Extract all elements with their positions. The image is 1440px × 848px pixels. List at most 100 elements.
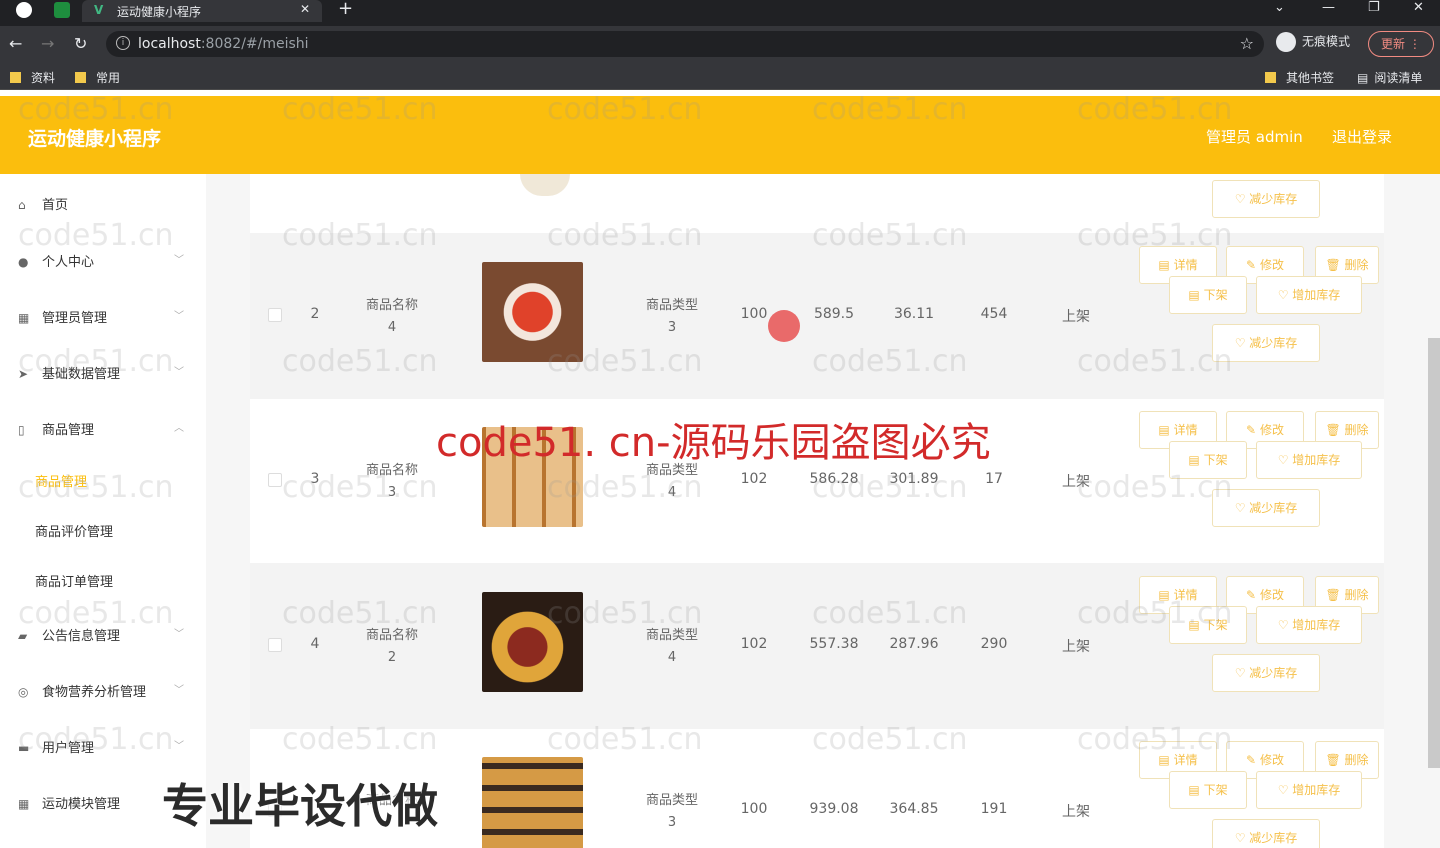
grey-watermark: code51.cn xyxy=(812,596,968,631)
url-field[interactable]: i localhost:8082/#/meishi ☆ xyxy=(106,31,1264,57)
sheets-icon[interactable] xyxy=(54,2,70,18)
sidebar-item-label: 公告信息管理 xyxy=(42,629,121,644)
grey-watermark: code51.cn xyxy=(18,344,174,379)
bookmark-label: 资料 xyxy=(31,71,56,85)
sidebar-item-label: 食物营养分析管理 xyxy=(42,685,147,700)
product-name: 商品名称 4 xyxy=(352,295,432,339)
grey-watermark: code51.cn xyxy=(18,218,174,253)
info-icon[interactable]: i xyxy=(116,36,130,50)
sidebar-item-goods[interactable]: ▯ 商品管理 ︿ xyxy=(18,419,184,438)
product-type-value: 4 xyxy=(667,650,677,665)
reading-list-label: 阅读清单 xyxy=(1374,71,1423,85)
down-button[interactable]: ▤ 下架 xyxy=(1169,771,1247,809)
grey-watermark: code51.cn xyxy=(282,470,438,505)
grey-watermark: code51.cn xyxy=(282,218,438,253)
close-tab-icon[interactable]: ✕ xyxy=(300,2,310,16)
status-label: 上架 xyxy=(1062,804,1090,820)
vue-icon: V xyxy=(94,3,104,17)
add-stock-button[interactable]: ♡ 增加库存 xyxy=(1256,771,1362,809)
reduce-stock-button[interactable]: ♡ 减少库存 xyxy=(1212,819,1320,848)
button-icon: ▤ xyxy=(1158,258,1170,272)
chevron-down-icon[interactable]: ⌄ xyxy=(1274,0,1285,15)
cell-price: 589.5 xyxy=(813,306,855,322)
update-label: 更新 xyxy=(1381,37,1406,51)
sidebar-item-sports[interactable]: ▦ 运动模块管理 xyxy=(18,793,120,812)
cell-value: 100 xyxy=(740,801,768,817)
back-icon[interactable]: ← xyxy=(9,34,22,53)
button-icon: ✎ xyxy=(1246,753,1257,767)
sidebar-item-admins[interactable]: ▦ 管理员管理 ﹀ xyxy=(18,307,184,326)
cell-stock: 17 xyxy=(985,471,1003,487)
close-window-icon[interactable]: ✕ xyxy=(1413,0,1424,15)
row-checkbox[interactable] xyxy=(268,638,282,652)
grey-watermark: code51.cn xyxy=(18,722,174,757)
cell-value: 102 xyxy=(740,636,768,652)
bookmark-folder[interactable]: 其他书签 xyxy=(1265,69,1334,86)
bookmark-folder[interactable]: 资料 xyxy=(10,69,55,86)
product-type-value: 3 xyxy=(667,815,677,830)
home-icon: ⌂ xyxy=(18,198,26,212)
sidebar-subitem-reviews[interactable]: 商品评价管理 xyxy=(35,521,113,540)
reduce-stock-button[interactable]: ♡ 减少库存 xyxy=(1212,180,1320,218)
reload-icon[interactable]: ↻ xyxy=(74,34,87,53)
restore-icon[interactable]: ❐ xyxy=(1368,0,1380,15)
reduce-stock-button[interactable]: ♡ 减少库存 xyxy=(1212,654,1320,692)
button-label: 增加库存 xyxy=(1292,618,1341,632)
grey-watermark: code51.cn xyxy=(18,470,174,505)
sidebar-item-label: 个人中心 xyxy=(42,255,95,270)
sidebar-item-nutrition[interactable]: ◎ 食物营养分析管理 ﹀ xyxy=(18,681,184,700)
minimize-icon[interactable]: — xyxy=(1322,0,1335,15)
button-icon: ♡ xyxy=(1234,831,1246,845)
button-icon: ♡ xyxy=(1234,501,1246,515)
grey-watermark: code51.cn xyxy=(1077,218,1233,253)
phone-icon: ▯ xyxy=(18,423,25,437)
cell-value: 36.11 xyxy=(893,306,935,322)
add-stock-button[interactable]: ♡ 增加库存 xyxy=(1256,441,1362,479)
grey-watermark: code51.cn xyxy=(547,470,703,505)
bookmark-folder[interactable]: 常用 xyxy=(75,69,120,86)
button-icon: 🗑 xyxy=(1325,753,1341,767)
add-stock-button[interactable]: ♡ 增加库存 xyxy=(1256,276,1362,314)
product-type-label: 商品类型 xyxy=(645,298,698,313)
down-button[interactable]: ▤ 下架 xyxy=(1169,276,1247,314)
product-type-value: 3 xyxy=(667,320,677,335)
row-checkbox[interactable] xyxy=(268,473,282,487)
list-icon: ▤ xyxy=(1357,71,1369,85)
grey-watermark: code51.cn xyxy=(547,722,703,757)
product-image xyxy=(482,757,583,848)
product-name-label: 商品名称 xyxy=(365,298,418,313)
sidebar-item-home[interactable]: ⌂ 首页 xyxy=(18,194,68,213)
star-icon[interactable]: ☆ xyxy=(1240,34,1254,53)
sidebar-subitem-orders[interactable]: 商品订单管理 xyxy=(35,571,113,590)
tab-active[interactable]: V 运动健康小程序 ✕ xyxy=(82,0,322,22)
black-watermark: 专业毕设代做 xyxy=(162,779,438,833)
sidebar-item-profile[interactable]: ● 个人中心 ﹀ xyxy=(18,251,184,270)
button-icon: ♡ xyxy=(1234,666,1246,680)
grey-watermark: code51.cn xyxy=(1077,92,1233,127)
grey-watermark: code51.cn xyxy=(812,92,968,127)
logout-link[interactable]: 退出登录 xyxy=(1332,126,1392,147)
update-button[interactable]: 更新 ⋮ xyxy=(1368,31,1434,57)
cell-price: 557.38 xyxy=(809,636,859,652)
reading-list[interactable]: ▤ 阅读清单 xyxy=(1357,69,1422,86)
button-label: 增加库存 xyxy=(1292,783,1341,797)
chevron-down-icon: ﹀ xyxy=(174,741,184,752)
product-type: 商品类型 3 xyxy=(632,790,712,834)
chevron-down-icon: ﹀ xyxy=(174,311,184,322)
chevron-down-icon: ﹀ xyxy=(174,367,184,378)
forward-icon[interactable]: → xyxy=(41,34,54,53)
grey-watermark: code51.cn xyxy=(1077,470,1233,505)
status-label: 上架 xyxy=(1062,639,1090,655)
add-stock-button[interactable]: ♡ 增加库存 xyxy=(1256,606,1362,644)
globe-icon[interactable] xyxy=(16,2,32,18)
sidebar-item-label: 首页 xyxy=(42,198,69,213)
new-tab-icon[interactable]: + xyxy=(338,0,353,19)
button-label: 详情 xyxy=(1173,423,1198,437)
bookmarks-bar: 资料 常用 其他书签 ▤ 阅读清单 xyxy=(0,62,1440,90)
incognito-indicator[interactable]: 无痕模式 xyxy=(1276,32,1350,52)
scrollbar[interactable] xyxy=(1428,338,1440,768)
button-icon: ▤ xyxy=(1188,288,1200,302)
grid-icon: ▦ xyxy=(18,797,30,811)
chevron-up-icon: ︿ xyxy=(174,423,184,434)
row-checkbox[interactable] xyxy=(268,308,282,322)
